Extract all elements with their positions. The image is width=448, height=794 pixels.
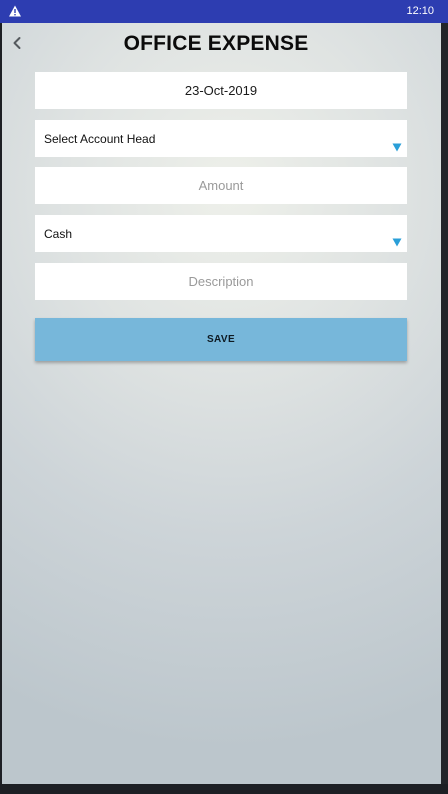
payment-mode-select[interactable]: Cash: [35, 215, 407, 252]
date-field[interactable]: 23-Oct-2019: [35, 72, 407, 109]
payment-mode-value: Cash: [44, 226, 73, 241]
triangle-down-icon: [392, 236, 402, 247]
account-head-value: Select Account Head: [44, 131, 156, 146]
save-button-label: SAVE: [206, 334, 236, 345]
app-screen: OFFICE EXPENSE 23-Oct-2019 Select Accoun…: [2, 23, 441, 784]
device-frame: 12:10 OFFICE EXPENSE 23-Oct-2019 Select …: [0, 0, 448, 794]
screen-edge-right: [441, 23, 448, 784]
account-head-select[interactable]: Select Account Head: [35, 120, 407, 157]
status-time: 12:10: [406, 5, 434, 17]
screen-edge-bottom: [0, 784, 448, 794]
description-input[interactable]: [35, 263, 407, 300]
triangle-down-icon: [392, 141, 402, 152]
page-title: OFFICE EXPENSE: [123, 32, 309, 55]
status-bar: 12:10: [0, 0, 448, 23]
date-value: 23-Oct-2019: [184, 83, 258, 98]
warning-triangle-icon: [8, 4, 22, 18]
save-button[interactable]: SAVE: [35, 318, 407, 361]
amount-input[interactable]: [35, 167, 407, 204]
